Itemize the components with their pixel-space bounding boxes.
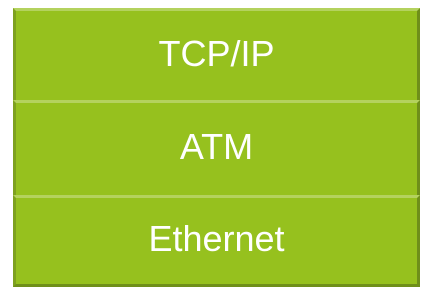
frame-left <box>0 0 13 287</box>
layer-ethernet: Ethernet <box>13 195 420 287</box>
frame-right <box>420 0 433 287</box>
layer-label-tcp-ip: TCP/IP <box>158 32 275 74</box>
layer-label-atm: ATM <box>179 126 254 167</box>
layer-atm: ATM <box>13 100 420 198</box>
frame-top <box>0 0 433 8</box>
layer-tcp-ip: TCP/IP <box>13 8 420 103</box>
layer-label-ethernet: Ethernet <box>148 218 285 259</box>
protocol-stack-diagram: TCP/IP ATM Ethernet <box>0 0 433 287</box>
